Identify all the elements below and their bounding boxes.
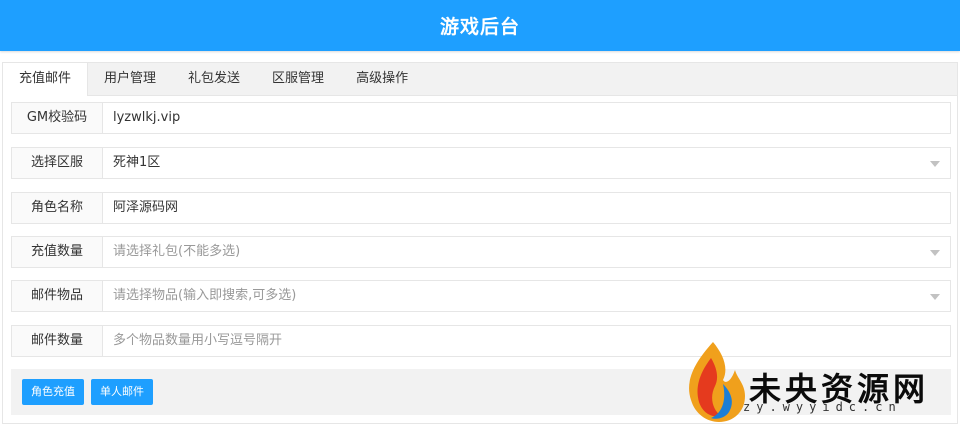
chevron-down-icon <box>930 161 940 167</box>
single-mail-button[interactable]: 单人邮件 <box>91 379 153 405</box>
gm-code-input[interactable]: lyzwlkj.vip <box>103 103 950 133</box>
server-label: 选择区服 <box>12 148 103 178</box>
mail-items-select[interactable]: 请选择物品(输入即搜索,可多选) <box>103 281 950 311</box>
gm-code-label: GM校验码 <box>12 103 103 133</box>
role-name-input[interactable]: 阿泽源码网 <box>103 193 950 223</box>
server-select[interactable]: 死神1区 <box>103 148 950 178</box>
watermark-url: zy.wyyidc.cn <box>743 400 902 414</box>
gm-code-row: GM校验码 lyzwlkj.vip <box>11 102 951 134</box>
tab-user-management[interactable]: 用户管理 <box>88 63 172 95</box>
chevron-down-icon <box>930 294 940 300</box>
server-row: 选择区服 死神1区 <box>11 147 951 179</box>
chevron-down-icon <box>930 250 940 256</box>
recharge-amount-placeholder: 请选择礼包(不能多选) <box>113 244 241 259</box>
role-name-label: 角色名称 <box>12 193 103 223</box>
recharge-amount-select[interactable]: 请选择礼包(不能多选) <box>103 237 950 267</box>
tab-server-management[interactable]: 区服管理 <box>256 63 340 95</box>
mail-items-row: 邮件物品 请选择物品(输入即搜索,可多选) <box>11 280 951 312</box>
tab-bar: 充值邮件 用户管理 礼包发送 区服管理 高级操作 <box>3 63 957 96</box>
recharge-amount-label: 充值数量 <box>12 237 103 267</box>
flame-logo-icon <box>689 342 745 422</box>
server-select-value: 死神1区 <box>113 155 161 170</box>
mail-quantity-label: 邮件数量 <box>12 326 103 356</box>
role-recharge-button[interactable]: 角色充值 <box>22 379 84 405</box>
app-header: 游戏后台 <box>0 0 960 51</box>
mail-items-placeholder: 请选择物品(输入即搜索,可多选) <box>113 288 297 303</box>
page-title: 游戏后台 <box>439 16 520 38</box>
watermark: 未央资源网 zy.wyyidc.cn <box>683 340 953 424</box>
role-name-row: 角色名称 阿泽源码网 <box>11 192 951 224</box>
tab-advanced[interactable]: 高级操作 <box>340 63 424 95</box>
tab-recharge-mail[interactable]: 充值邮件 <box>3 63 89 96</box>
recharge-amount-row: 充值数量 请选择礼包(不能多选) <box>11 236 951 268</box>
tab-gift-send[interactable]: 礼包发送 <box>172 63 256 95</box>
mail-items-label: 邮件物品 <box>12 281 103 311</box>
